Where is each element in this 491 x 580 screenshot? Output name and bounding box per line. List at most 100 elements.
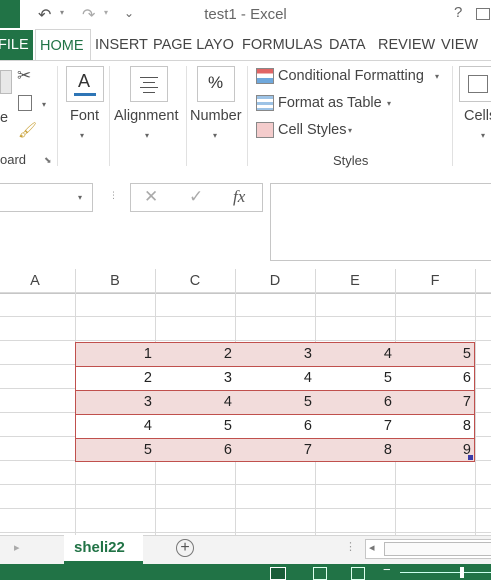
formula-input[interactable] xyxy=(270,183,491,261)
table-cell[interactable]: 3 xyxy=(155,366,235,390)
table-cell[interactable]: 8 xyxy=(315,438,395,462)
restore-ribbon-icon[interactable] xyxy=(476,8,490,20)
table-cell[interactable]: 4 xyxy=(235,366,315,390)
tab-review[interactable]: REVIEW xyxy=(378,37,435,53)
tab-file[interactable]: FILE xyxy=(0,30,33,60)
table-cell[interactable]: 5 xyxy=(155,414,235,438)
format-as-table-dropdown-icon[interactable]: ▾ xyxy=(387,99,391,108)
table-cell[interactable]: 6 xyxy=(395,366,475,390)
help-button[interactable]: ? xyxy=(454,4,462,21)
cells-group-label[interactable]: Cells xyxy=(464,108,491,124)
table-cell[interactable]: 6 xyxy=(155,438,235,462)
table-cell[interactable]: 9 xyxy=(395,438,475,462)
conditional-formatting-button[interactable]: Conditional Formatting xyxy=(278,68,424,84)
font-a-icon: A xyxy=(78,71,91,91)
font-color-bar xyxy=(74,93,96,96)
horizontal-scrollbar[interactable]: ◂ xyxy=(365,539,491,559)
tab-home[interactable]: HOME xyxy=(35,29,91,61)
cell-styles-icon xyxy=(256,122,274,138)
table-cell[interactable]: 5 xyxy=(315,366,395,390)
zoom-out-icon[interactable]: − xyxy=(383,562,391,577)
font-button[interactable]: A xyxy=(66,66,104,102)
cell-styles-button[interactable]: Cell Styles xyxy=(278,122,347,138)
number-dropdown-icon[interactable]: ▾ xyxy=(213,131,217,140)
cell-styles-dropdown-icon[interactable]: ▾ xyxy=(348,126,352,135)
table-cell[interactable]: 4 xyxy=(315,342,395,366)
column-header-d[interactable]: D xyxy=(235,269,315,293)
format-painter-icon[interactable]: 🖌 xyxy=(18,121,37,139)
redo-icon[interactable]: ↷ xyxy=(82,5,95,25)
insert-function-icon[interactable]: fx xyxy=(233,187,245,207)
scroll-left-icon[interactable]: ◂ xyxy=(369,541,375,554)
cut-icon[interactable]: ✂ xyxy=(17,66,31,86)
enter-icon[interactable]: ✓ xyxy=(189,187,203,207)
conditional-formatting-icon xyxy=(256,68,274,84)
group-separator xyxy=(186,66,187,166)
font-group-label[interactable]: Font xyxy=(70,108,99,124)
scrollbar-thumb[interactable] xyxy=(384,542,491,556)
table-cell[interactable]: 5 xyxy=(235,390,315,414)
table-cell[interactable]: 4 xyxy=(155,390,235,414)
page-layout-view-icon[interactable] xyxy=(313,567,327,580)
table-cell[interactable]: 2 xyxy=(155,342,235,366)
formula-bar-resize-icon[interactable]: ⋮ xyxy=(109,190,118,201)
scroll-sheets-right-icon[interactable]: ▸ xyxy=(14,541,20,554)
font-dropdown-icon[interactable]: ▾ xyxy=(80,131,84,140)
column-header-e[interactable]: E xyxy=(315,269,395,293)
zoom-slider[interactable] xyxy=(400,572,491,573)
column-header-b[interactable]: B xyxy=(75,269,155,293)
table-cell[interactable]: 7 xyxy=(235,438,315,462)
sheet-bar-splitter-icon[interactable]: ⋮ xyxy=(345,540,356,553)
table-cell[interactable]: 6 xyxy=(235,414,315,438)
column-header-f[interactable]: F xyxy=(395,269,475,293)
sheet-tab-label: sheli22 xyxy=(74,539,125,556)
table-cell[interactable]: 6 xyxy=(315,390,395,414)
title-bar: test1 - Excel ↶ ▾ ↷ ▾ ⌄ ? xyxy=(0,0,491,28)
tab-formulas[interactable]: FORMULAS xyxy=(242,37,323,53)
table-cell[interactable]: 3 xyxy=(235,342,315,366)
table-cell[interactable]: 8 xyxy=(395,414,475,438)
table-cell[interactable]: 4 xyxy=(75,414,155,438)
undo-dropdown-icon[interactable]: ▾ xyxy=(60,8,64,17)
table-cell[interactable]: 7 xyxy=(315,414,395,438)
table-cell[interactable]: 1 xyxy=(75,342,155,366)
customize-qat-icon[interactable]: ⌄ xyxy=(124,6,134,20)
alignment-group-label[interactable]: Alignment xyxy=(114,108,178,124)
table-cell[interactable]: 5 xyxy=(395,342,475,366)
cells-dropdown-icon[interactable]: ▾ xyxy=(481,131,485,140)
format-as-table-button[interactable]: Format as Table xyxy=(278,95,382,111)
zoom-slider-thumb[interactable] xyxy=(460,567,464,578)
tab-insert[interactable]: INSERT xyxy=(95,37,148,53)
paste-icon[interactable] xyxy=(0,70,12,94)
name-box[interactable]: ▾ xyxy=(0,183,93,212)
tab-view[interactable]: VIEW xyxy=(441,37,478,53)
number-button[interactable]: % xyxy=(197,66,235,102)
alignment-dropdown-icon[interactable]: ▾ xyxy=(145,131,149,140)
copy-dropdown-icon[interactable]: ▾ xyxy=(42,100,46,109)
undo-icon[interactable]: ↶ xyxy=(38,5,51,25)
cells-button[interactable] xyxy=(459,66,491,102)
tab-page-layout[interactable]: PAGE LAYO xyxy=(153,37,234,53)
tab-data[interactable]: DATA xyxy=(329,37,366,53)
copy-icon[interactable] xyxy=(18,95,32,111)
paste-label[interactable]: e xyxy=(0,110,8,126)
redo-dropdown-icon[interactable]: ▾ xyxy=(104,8,108,17)
sheet-tab-active[interactable]: sheli22 xyxy=(64,535,143,564)
column-header-c[interactable]: C xyxy=(155,269,235,293)
table-cell[interactable]: 2 xyxy=(75,366,155,390)
name-box-dropdown-icon[interactable]: ▾ xyxy=(78,193,82,202)
table-cell[interactable]: 7 xyxy=(395,390,475,414)
normal-view-icon[interactable] xyxy=(270,567,286,580)
clipboard-group-label: oard xyxy=(0,152,27,167)
conditional-formatting-dropdown-icon[interactable]: ▾ xyxy=(435,72,439,81)
page-break-view-icon[interactable] xyxy=(351,567,365,580)
table-cell[interactable]: 5 xyxy=(75,438,155,462)
table-cell[interactable]: 3 xyxy=(75,390,155,414)
cancel-icon[interactable]: ✕ xyxy=(144,187,158,207)
add-sheet-button[interactable]: + xyxy=(176,539,194,557)
column-header-a[interactable]: A xyxy=(0,269,75,293)
number-group-label[interactable]: Number xyxy=(190,108,242,124)
clipboard-launcher-icon[interactable]: ⬊ xyxy=(44,155,52,166)
table-resize-handle[interactable] xyxy=(468,455,473,460)
alignment-button[interactable] xyxy=(130,66,168,102)
